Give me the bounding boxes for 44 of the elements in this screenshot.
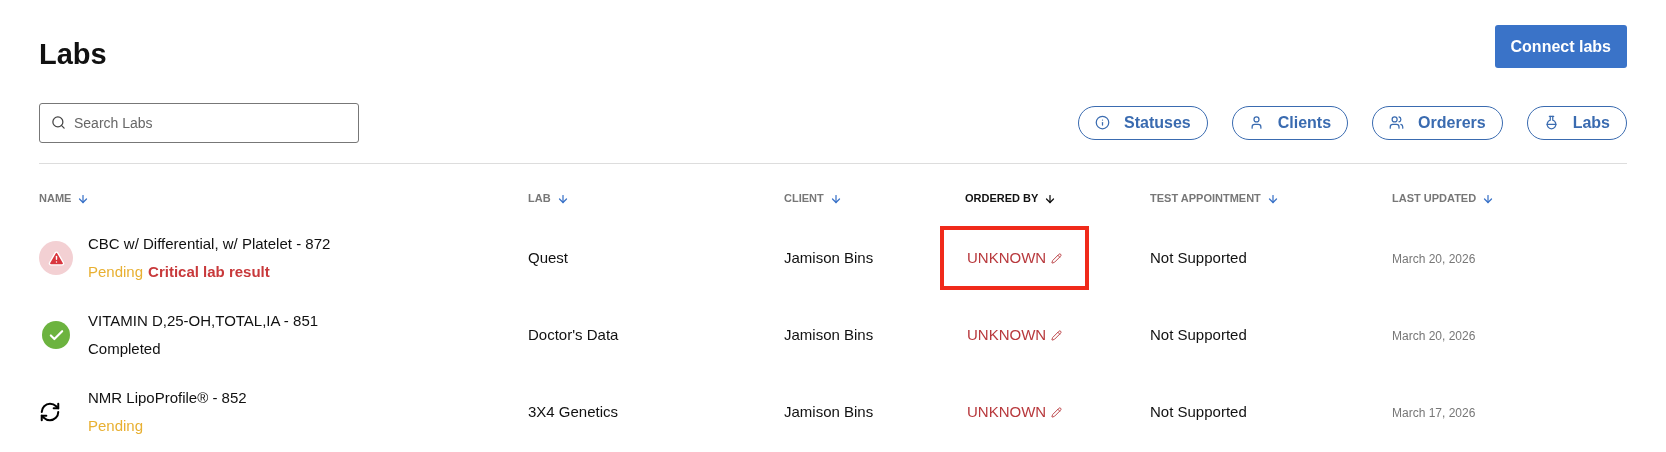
date-cell: March 20, 2026 <box>1392 329 1476 343</box>
lab-name: NMR LipoProfile® - 852 <box>88 387 247 408</box>
people-icon <box>1389 115 1405 130</box>
column-header[interactable]: CLIENT <box>784 190 842 207</box>
column-header[interactable]: NAME <box>39 190 90 207</box>
edit-icon <box>1051 406 1063 418</box>
lab-cell: Doctor's Data <box>528 326 619 343</box>
lab-name: VITAMIN D,25-OH,TOTAL,IA - 851 <box>88 310 319 331</box>
appointment-cell: Not Supported <box>1150 403 1247 420</box>
status-label: Critical lab result <box>148 262 270 282</box>
orderer-link[interactable]: UNKNOWN <box>967 323 1063 347</box>
column-header[interactable]: ORDERED BY <box>965 190 1057 207</box>
person-icon <box>1248 115 1264 130</box>
sort-arrow-icon <box>1482 192 1495 205</box>
search-field[interactable]: Search Labs <box>39 102 359 143</box>
sort-arrow-icon <box>829 192 842 205</box>
lab-cell: Quest <box>528 249 569 266</box>
orderer-link[interactable]: UNKNOWN <box>967 400 1063 424</box>
client-cell: Jamison Bins <box>784 249 874 266</box>
lab-cell: 3X4 Genetics <box>528 403 619 420</box>
date-cell: March 17, 2026 <box>1392 406 1476 420</box>
lab-name: CBC w/ Differential, w/ Platelet - 872 <box>88 233 331 254</box>
client-cell: Jamison Bins <box>784 326 874 343</box>
info-icon <box>1095 115 1110 130</box>
status-label: Pending <box>88 262 144 282</box>
date-cell: March 20, 2026 <box>1392 252 1476 266</box>
sort-arrow-icon <box>77 192 90 205</box>
sort-arrow-icon <box>1266 192 1279 205</box>
column-header[interactable]: LAB <box>528 190 569 207</box>
status-label: Completed <box>88 339 161 359</box>
sort-arrow-icon <box>1044 192 1057 205</box>
sort-arrow-icon <box>556 192 569 205</box>
status-label: Pending <box>88 416 144 436</box>
edit-icon <box>1051 252 1063 264</box>
column-header[interactable]: LAST UPDATED <box>1392 190 1495 207</box>
orderer-link[interactable]: UNKNOWN <box>967 246 1063 270</box>
search-icon <box>51 114 66 130</box>
appointment-cell: Not Supported <box>1150 249 1247 266</box>
page-title: Labs <box>39 37 107 72</box>
appointment-cell: Not Supported <box>1150 326 1247 343</box>
connect-labs-button[interactable]: Connect labs <box>1494 25 1627 68</box>
column-header[interactable]: TEST APPOINTMENT <box>1150 190 1279 207</box>
client-cell: Jamison Bins <box>784 403 874 420</box>
edit-icon <box>1051 329 1063 341</box>
